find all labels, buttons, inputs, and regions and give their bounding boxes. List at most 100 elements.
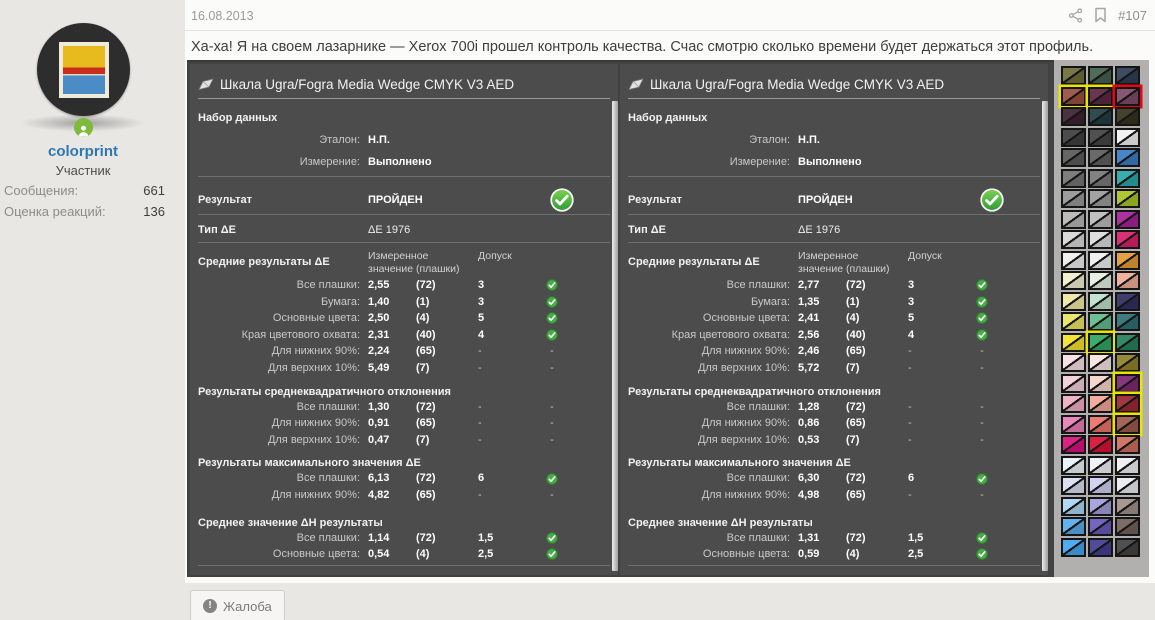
color-swatch: [1061, 209, 1086, 229]
wedge-icon: [628, 78, 644, 91]
post-header: 16.08.2013 #107: [185, 0, 1155, 31]
report-button-label: Жалоба: [223, 598, 272, 614]
check-icon: [976, 312, 988, 325]
share-icon[interactable]: [1068, 7, 1083, 23]
alert-icon: !: [203, 599, 217, 613]
result-row: Результат ПРОЙДЕН: [628, 186, 1040, 214]
color-swatch: [1088, 455, 1113, 475]
de-type-row: Тип ΔE ΔE 1976: [198, 224, 411, 236]
avatar[interactable]: [37, 23, 130, 116]
color-swatch: [1088, 127, 1113, 147]
divider: [198, 214, 610, 215]
color-swatch: [1115, 414, 1140, 434]
color-swatch: [1088, 373, 1113, 393]
attached-image[interactable]: Шкала Ugra/Fogra Media Wedge CMYK V3 AED…: [187, 60, 1149, 577]
bookmark-icon[interactable]: [1094, 7, 1107, 23]
color-swatch: [1115, 66, 1140, 85]
measurement-row: Все плашки: 6,13 (72) 6: [198, 470, 610, 487]
color-swatch: [1115, 230, 1140, 249]
measurement-row: Основные цвета: 0,59 (4) 2,5: [628, 546, 1040, 563]
user-online-icon: [74, 118, 93, 137]
measurement-row: Все плашки: 1,14 (72) 1,5: [198, 530, 610, 547]
color-swatch: [1061, 496, 1086, 516]
check-icon: [546, 279, 558, 292]
measurement-row: Для нижних 90%: 0,86 (65) - -: [701, 417, 984, 430]
color-swatch: [1088, 312, 1113, 331]
color-swatch: [1115, 107, 1140, 126]
measurement-row: Для нижних 90%: 2,46 (65) - -: [701, 345, 984, 358]
color-swatch: [1115, 189, 1140, 208]
username-link[interactable]: colorprint: [0, 143, 166, 160]
measurement-row: Бумага: 1,40 (1) 3: [198, 294, 610, 311]
color-swatch: [1115, 394, 1140, 413]
check-icon: [546, 548, 558, 561]
color-swatch: [1088, 209, 1113, 229]
color-swatch: [1088, 414, 1113, 434]
measurement-row: Основные цвета: 2,50 (4) 5: [198, 310, 610, 327]
post-header-actions: #107: [1068, 7, 1147, 23]
check-icon: [976, 472, 988, 485]
check-icon: [980, 188, 1004, 212]
measurement-row: Все плашки: 6,30 (72) 6: [628, 470, 1040, 487]
measurement-row: Основные цвета: 2,41 (4) 5: [628, 310, 1040, 327]
columns-header: Средние результаты ΔE Измеренное значение…: [198, 250, 512, 275]
color-swatch: [1088, 517, 1113, 536]
measurement-row: Для верхних 10%: 0,47 (7) - -: [267, 433, 554, 446]
measurement-row: Все плашки: 1,31 (72) 1,5: [628, 530, 1040, 547]
color-swatch: [1061, 353, 1086, 372]
measurement-panel-left: Шкала Ugra/Fogra Media Wedge CMYK V3 AED…: [190, 64, 618, 575]
post-number-link[interactable]: #107: [1118, 8, 1147, 23]
color-swatch: [1115, 86, 1140, 106]
color-swatch: [1061, 435, 1086, 454]
color-swatch: [1061, 312, 1086, 331]
check-icon: [976, 296, 988, 308]
color-swatch: [1061, 291, 1086, 311]
measurement-row: Края цветового охвата: 2,31 (40) 4: [198, 327, 610, 344]
color-swatch: [1061, 230, 1086, 249]
color-swatch: [1088, 107, 1113, 126]
section-heading: Среднее значение ΔH результаты: [628, 516, 813, 529]
color-swatch: [1115, 250, 1140, 270]
color-swatch: [1115, 476, 1140, 495]
check-icon: [976, 279, 988, 292]
measurement-row: Для верхних 10%: 5,49 (7) - -: [267, 361, 554, 374]
panel-title: Шкала Ugra/Fogra Media Wedge CMYK V3 AED: [628, 77, 1040, 92]
color-swatch: [1061, 127, 1086, 147]
section-heading: Результаты максимального значения ΔE: [628, 457, 851, 470]
post-date[interactable]: 16.08.2013: [191, 9, 254, 23]
color-swatch: [1115, 496, 1140, 516]
post-body: 16.08.2013 #107 Ха-ха! Я на своем лазарн…: [185, 0, 1155, 583]
measurement-row: Для нижних 90%: 4,82 (65) - -: [271, 488, 554, 501]
user-cell: colorprint Участник Сообщения: 661 Оценк…: [0, 0, 185, 620]
color-swatch: [1115, 353, 1140, 372]
color-swatch: [1088, 496, 1113, 516]
check-icon: [546, 312, 558, 325]
color-swatch: [1088, 332, 1113, 352]
divider: [628, 214, 1040, 215]
check-icon: [976, 532, 988, 544]
check-icon: [976, 548, 988, 561]
color-swatch: [1088, 250, 1113, 270]
measurement-row: Для верхних 10%: 0,53 (7) - -: [697, 433, 984, 446]
color-patch-strip: [1054, 60, 1149, 577]
color-patch-grid: [1061, 66, 1140, 557]
check-icon: [546, 329, 558, 341]
user-role: Участник: [55, 163, 111, 178]
color-swatch: [1061, 271, 1086, 290]
color-swatch: [1115, 373, 1140, 393]
color-swatch: [1088, 353, 1113, 372]
pass-check-icon: [550, 188, 574, 212]
measurement-row: Для верхних 10%: 5,72 (7) - -: [697, 361, 984, 374]
report-button[interactable]: ! Жалоба: [190, 590, 285, 620]
color-swatch: [1061, 517, 1086, 536]
divider: [198, 564, 610, 566]
de-type-row: Тип ΔE ΔE 1976: [628, 224, 841, 236]
color-swatch: [1061, 332, 1086, 352]
divider: [198, 98, 610, 99]
section-heading: Среднее значение ΔH результаты: [198, 516, 383, 529]
color-swatch: [1061, 168, 1086, 188]
divider: [628, 564, 1040, 566]
color-swatch: [1061, 66, 1086, 85]
color-swatch: [1061, 189, 1086, 208]
divider: [198, 242, 610, 243]
